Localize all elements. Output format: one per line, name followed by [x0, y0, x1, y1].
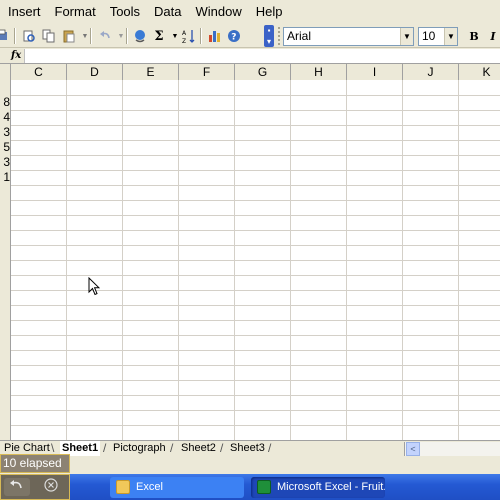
grid-horizontal-line: [11, 335, 500, 336]
menu-window[interactable]: Window: [189, 0, 249, 24]
standard-toolbar: ▼ ▼ Σ ▼ AZ ? ▪ ▾ Arial ▼ 10 ▼ B I: [0, 24, 500, 48]
column-header-f[interactable]: F: [179, 64, 235, 80]
column-headers: CDEFGHIJK: [0, 64, 500, 80]
print-preview-icon[interactable]: [0, 27, 10, 45]
grid-horizontal-line: [11, 95, 500, 96]
sheet-tab-pictograph[interactable]: Pictograph: [113, 441, 166, 457]
grid-horizontal-line: [11, 305, 500, 306]
svg-text:A: A: [182, 30, 187, 37]
help-icon[interactable]: ?: [225, 27, 243, 45]
taskbar-item-excel-folder[interactable]: Excel: [110, 477, 244, 498]
grid-horizontal-line: [11, 200, 500, 201]
folder-icon: [116, 480, 130, 494]
font-size-select[interactable]: 10 ▼: [418, 27, 458, 46]
font-size-value: 10: [422, 29, 436, 43]
toolbar-separator: [90, 28, 92, 44]
row-fragment-value[interactable]: 8: [2, 95, 10, 110]
row-fragment-value[interactable]: 3: [2, 125, 10, 140]
svg-text:?: ?: [231, 33, 236, 43]
grid-horizontal-line: [11, 125, 500, 126]
toolbar-separator: [14, 28, 16, 44]
rewind-icon[interactable]: [4, 478, 30, 496]
menu-data[interactable]: Data: [147, 0, 188, 24]
svg-text:Z: Z: [182, 38, 186, 44]
taskbar-item-microsoft-excel[interactable]: Microsoft Excel - Fruit...: [251, 477, 385, 498]
grid-horizontal-line: [11, 275, 500, 276]
tab-divider: /: [220, 441, 224, 455]
grid-horizontal-line: [11, 260, 500, 261]
menu-format[interactable]: Format: [48, 0, 103, 24]
row-fragment-value[interactable]: 5: [2, 140, 10, 155]
grid-horizontal-line: [11, 140, 500, 141]
sort-ascending-icon[interactable]: AZ: [180, 27, 198, 45]
font-size-dropdown-icon[interactable]: ▼: [444, 28, 457, 45]
bold-button[interactable]: B: [465, 27, 483, 45]
insert-hyperlink-icon[interactable]: [131, 27, 149, 45]
formula-bar: fx: [0, 48, 500, 64]
grid-horizontal-line: [11, 230, 500, 231]
font-name-value: Arial: [287, 29, 312, 43]
toolbar-separator: [200, 28, 202, 44]
grid-horizontal-line: [11, 215, 500, 216]
column-header-g[interactable]: G: [235, 64, 291, 80]
grid-horizontal-line: [11, 365, 500, 366]
menu-bar: Insert Format Tools Data Window Help: [0, 0, 500, 24]
column-header-e[interactable]: E: [123, 64, 179, 80]
sheet-tab-bar: Pie Chart \ Sheet1 / Pictograph / Sheet2…: [0, 440, 500, 457]
toolbar-options-icon[interactable]: ▪ ▾: [264, 25, 274, 47]
formula-input[interactable]: [24, 49, 500, 63]
row-fragment-value[interactable]: 4: [2, 110, 10, 125]
grid-horizontal-line: [11, 185, 500, 186]
taskbar-item-label: Excel: [136, 481, 163, 493]
font-name-select[interactable]: Arial ▼: [283, 27, 414, 46]
row-fragment-value[interactable]: 1: [2, 170, 10, 185]
column-header-h[interactable]: H: [291, 64, 347, 80]
tab-divider: /: [103, 441, 107, 455]
column-header-j[interactable]: J: [403, 64, 459, 80]
elapsed-time-label: 10 elapsed: [0, 454, 70, 473]
column-header-i[interactable]: I: [347, 64, 403, 80]
grid-horizontal-line: [11, 410, 500, 411]
column-header-c[interactable]: C: [11, 64, 67, 80]
status-bar: [0, 456, 500, 474]
grid-horizontal-line: [11, 290, 500, 291]
tab-divider: /: [170, 441, 174, 455]
row-fragment-value[interactable]: 3: [2, 155, 10, 170]
fx-icon[interactable]: fx: [11, 48, 21, 64]
column-header-k[interactable]: K: [459, 64, 500, 80]
italic-button[interactable]: I: [484, 27, 500, 45]
toolbar-grip[interactable]: [278, 27, 280, 45]
menu-help[interactable]: Help: [249, 0, 290, 24]
grid-horizontal-line: [11, 245, 500, 246]
copy-icon[interactable]: [40, 27, 58, 45]
grid-horizontal-line: [11, 320, 500, 321]
column-header-d[interactable]: D: [67, 64, 123, 80]
excel-icon: [257, 480, 271, 494]
grid-horizontal-line: [11, 425, 500, 426]
sheet-tab-sheet2[interactable]: Sheet2: [181, 441, 216, 457]
toolbar-separator: [126, 28, 128, 44]
mouse-pointer-icon: [88, 276, 101, 299]
grid-horizontal-line: [11, 350, 500, 351]
grid-horizontal-line: [11, 380, 500, 381]
tab-divider: /: [268, 441, 272, 455]
scroll-left-icon[interactable]: <: [406, 442, 420, 456]
worksheet-grid[interactable]: CDEFGHIJK 843531: [0, 64, 500, 440]
taskbar: [0, 474, 500, 500]
grid-horizontal-line: [11, 110, 500, 111]
recorder-controls: [0, 474, 70, 500]
taskbar-item-label: Microsoft Excel - Fruit...: [277, 481, 385, 493]
close-recorder-icon[interactable]: [38, 478, 64, 496]
chart-wizard-icon[interactable]: [206, 27, 224, 45]
menu-tools[interactable]: Tools: [103, 0, 147, 24]
sheet-tab-sheet3[interactable]: Sheet3: [230, 441, 265, 457]
select-all-corner[interactable]: [0, 64, 11, 80]
font-name-dropdown-icon[interactable]: ▼: [400, 28, 413, 45]
research-icon[interactable]: [20, 27, 38, 45]
menu-insert[interactable]: Insert: [0, 0, 48, 24]
grid-horizontal-line: [11, 170, 500, 171]
grid-horizontal-line: [11, 155, 500, 156]
grid-horizontal-line: [11, 395, 500, 396]
